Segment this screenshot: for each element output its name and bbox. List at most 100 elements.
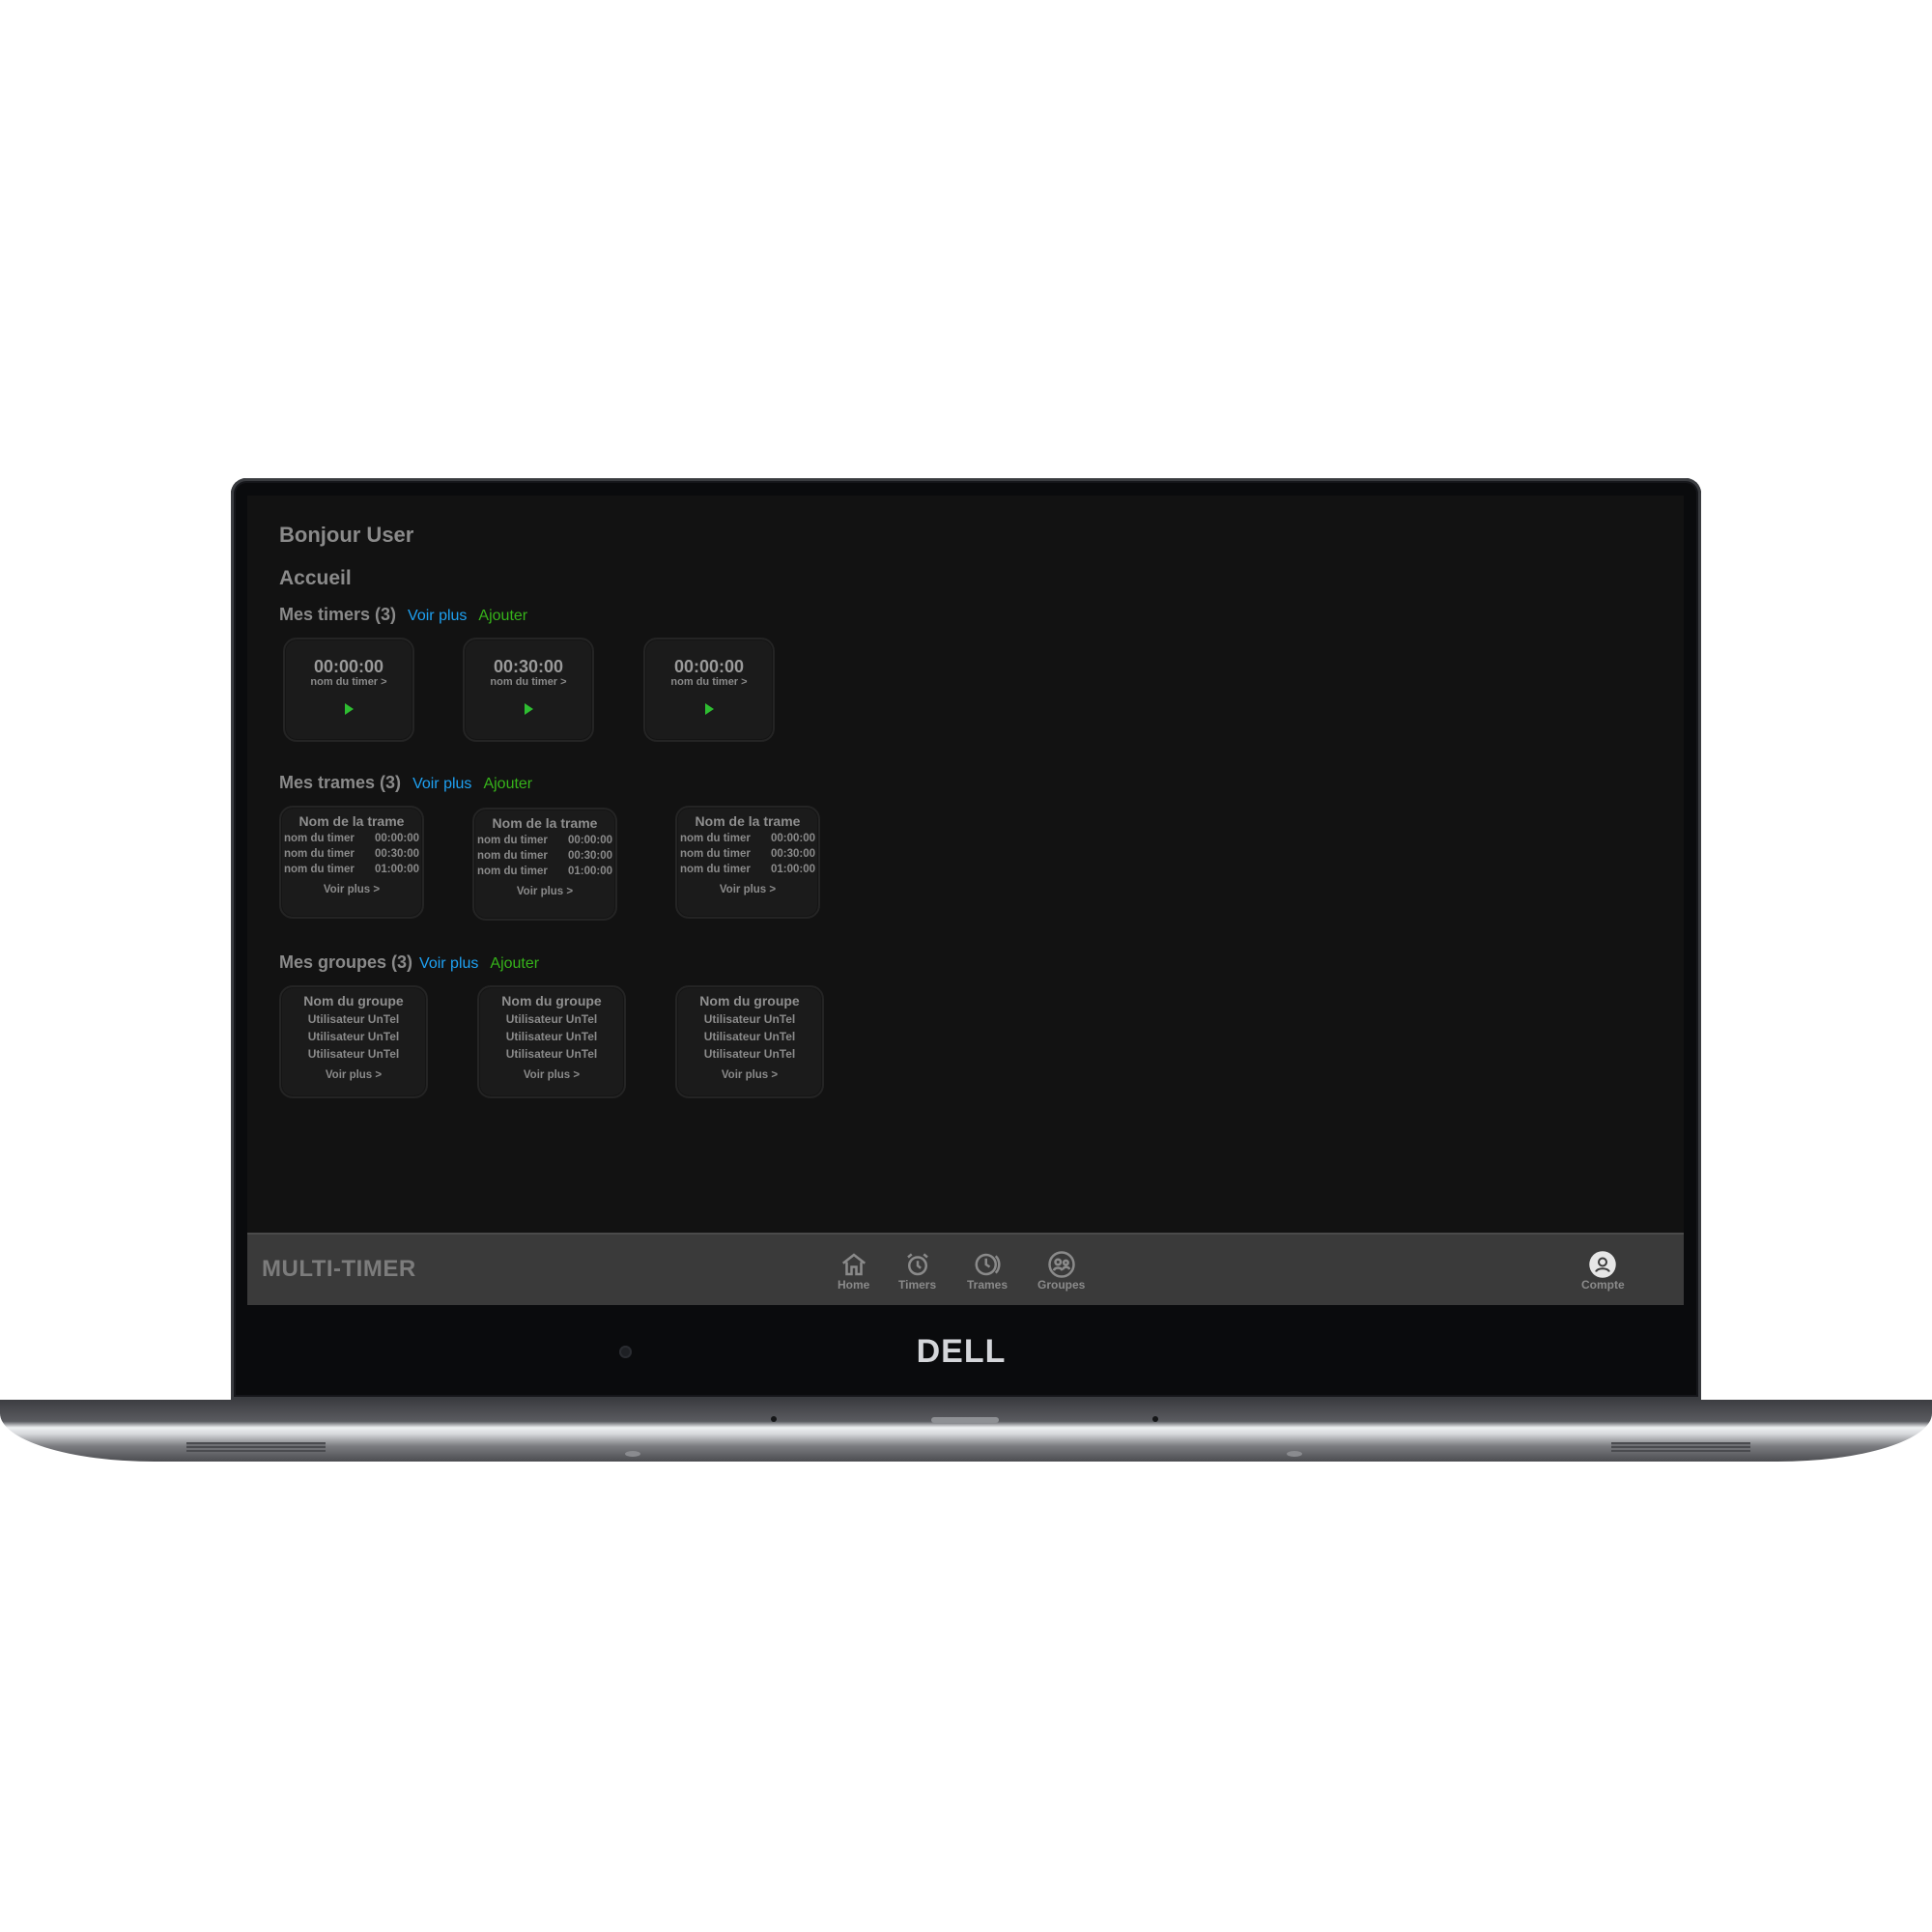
group-name: Nom du groupe (699, 993, 800, 1009)
alarm-clock-icon (906, 1253, 928, 1276)
timers-see-more-link[interactable]: Voir plus (408, 608, 467, 625)
group-icon (1047, 1251, 1075, 1278)
speaker-vent (186, 1442, 326, 1452)
trame-name: Nom de la trame (695, 813, 801, 829)
dell-logo: DELL (916, 1333, 1007, 1370)
nav-account[interactable]: Compte (1581, 1250, 1625, 1292)
timers-add-link[interactable]: Ajouter (478, 608, 527, 625)
nav-groupes-label: Groupes (1037, 1278, 1086, 1292)
home-icon (841, 1253, 866, 1276)
group-member: Utilisateur UnTel (307, 1030, 400, 1043)
trame-row-time: 00:00:00 (567, 835, 612, 846)
lid-notch (931, 1417, 999, 1423)
groupes-add-link[interactable]: Ajouter (490, 955, 539, 973)
timer-card[interactable]: 00:00:00 nom du timer > (643, 638, 775, 742)
groupes-section-title: Mes groupes (3) (279, 952, 413, 972)
trame-card[interactable]: Nom de la trame nom du timer 00:00:00 nom… (472, 808, 617, 921)
trame-row-label: nom du timer (477, 866, 548, 877)
trames-add-link[interactable]: Ajouter (483, 776, 532, 793)
group-member: Utilisateur UnTel (307, 1012, 400, 1026)
play-icon[interactable] (704, 703, 714, 715)
group-card[interactable]: Nom du groupe Utilisateur UnTel Utilisat… (675, 985, 824, 1098)
trame-name: Nom de la trame (492, 815, 598, 831)
trame-row: nom du timer 00:00:00 (281, 833, 422, 844)
hinge-dot (1152, 1416, 1158, 1422)
trame-row-time: 00:00:00 (770, 833, 815, 844)
nav-groupes[interactable]: Groupes (1037, 1250, 1085, 1292)
groupes-section-header: Mes groupes (3) Voir plus Ajouter (279, 952, 539, 973)
trame-row-time: 01:00:00 (567, 866, 612, 877)
group-member: Utilisateur UnTel (703, 1047, 796, 1061)
timers-section-title: Mes timers (3) (279, 605, 397, 624)
group-card[interactable]: Nom du groupe Utilisateur UnTel Utilisat… (477, 985, 626, 1098)
greeting: Bonjour User (279, 523, 414, 547)
laptop-foot (1287, 1451, 1302, 1457)
trame-row-time: 01:00:00 (374, 864, 419, 875)
history-clock-icon (975, 1253, 1001, 1276)
timer-time: 00:30:00 (493, 657, 564, 676)
trame-row: nom du timer 01:00:00 (474, 866, 615, 877)
timer-card[interactable]: 00:30:00 nom du timer > (463, 638, 594, 742)
nav-timers-label: Timers (898, 1278, 937, 1292)
trame-row-label: nom du timer (680, 848, 751, 860)
group-member: Utilisateur UnTel (703, 1012, 796, 1026)
group-see-more-link[interactable]: Voir plus > (479, 1069, 624, 1081)
trames-section-title: Mes trames (3) (279, 773, 402, 792)
trame-row: nom du timer 00:00:00 (474, 835, 615, 846)
group-member: Utilisateur UnTel (505, 1047, 598, 1061)
nav-timers[interactable]: Timers (898, 1250, 936, 1292)
trame-row-label: nom du timer (680, 864, 751, 875)
laptop-foot (625, 1451, 640, 1457)
user-icon (1589, 1251, 1617, 1278)
trame-row-label: nom du timer (284, 848, 355, 860)
trame-see-more-link[interactable]: Voir plus > (474, 886, 615, 897)
bottom-navbar: MULTI-TIMER Home Timers Trames Groupes C… (247, 1233, 1684, 1305)
trame-row: nom du timer 00:30:00 (281, 848, 422, 860)
timer-name-link[interactable]: nom du timer > (285, 676, 412, 688)
group-member: Utilisateur UnTel (505, 1012, 598, 1026)
group-card[interactable]: Nom du groupe Utilisateur UnTel Utilisat… (279, 985, 428, 1098)
trame-row: nom du timer 00:30:00 (677, 848, 818, 860)
group-member: Utilisateur UnTel (307, 1047, 400, 1061)
nav-trames-label: Trames (967, 1278, 1009, 1292)
trame-row: nom du timer 01:00:00 (677, 864, 818, 875)
webcam (619, 1346, 632, 1358)
nav-home[interactable]: Home (838, 1250, 869, 1292)
timer-card[interactable]: 00:00:00 nom du timer > (283, 638, 414, 742)
nav-account-label: Compte (1581, 1278, 1625, 1292)
group-member: Utilisateur UnTel (505, 1030, 598, 1043)
trame-row-time: 00:30:00 (567, 850, 612, 862)
trames-see-more-link[interactable]: Voir plus (412, 776, 471, 793)
timers-section-header: Mes timers (3) Voir plus Ajouter (279, 605, 527, 625)
trame-card[interactable]: Nom de la trame nom du timer 00:00:00 nom… (675, 806, 820, 919)
trame-row-time: 00:00:00 (374, 833, 419, 844)
app-brand: MULTI-TIMER (262, 1256, 416, 1282)
trame-row-time: 01:00:00 (770, 864, 815, 875)
play-icon[interactable] (344, 703, 354, 715)
nav-home-label: Home (838, 1278, 870, 1292)
hinge-dot (771, 1416, 777, 1422)
trame-row-label: nom du timer (284, 864, 355, 875)
timer-name-link[interactable]: nom du timer > (465, 676, 592, 688)
trame-row-time: 00:30:00 (374, 848, 419, 860)
trame-see-more-link[interactable]: Voir plus > (281, 884, 422, 895)
timer-name-link[interactable]: nom du timer > (645, 676, 773, 688)
play-icon[interactable] (524, 703, 533, 715)
groupes-see-more-link[interactable]: Voir plus (419, 955, 478, 973)
group-see-more-link[interactable]: Voir plus > (281, 1069, 426, 1081)
laptop-base (0, 1400, 1932, 1462)
trame-row: nom du timer 00:00:00 (677, 833, 818, 844)
trame-row-label: nom du timer (284, 833, 355, 844)
trame-row-label: nom du timer (680, 833, 751, 844)
group-member: Utilisateur UnTel (703, 1030, 796, 1043)
trame-row-label: nom du timer (477, 835, 548, 846)
app-screen: Bonjour User Accueil Mes timers (3) Voir… (247, 496, 1684, 1305)
page-title: Accueil (279, 567, 352, 589)
trame-see-more-link[interactable]: Voir plus > (677, 884, 818, 895)
trame-card[interactable]: Nom de la trame nom du timer 00:00:00 nom… (279, 806, 424, 919)
trame-row-time: 00:30:00 (770, 848, 815, 860)
trame-row-label: nom du timer (477, 850, 548, 862)
group-see-more-link[interactable]: Voir plus > (677, 1069, 822, 1081)
timer-time: 00:00:00 (313, 657, 384, 676)
nav-trames[interactable]: Trames (967, 1250, 1008, 1292)
